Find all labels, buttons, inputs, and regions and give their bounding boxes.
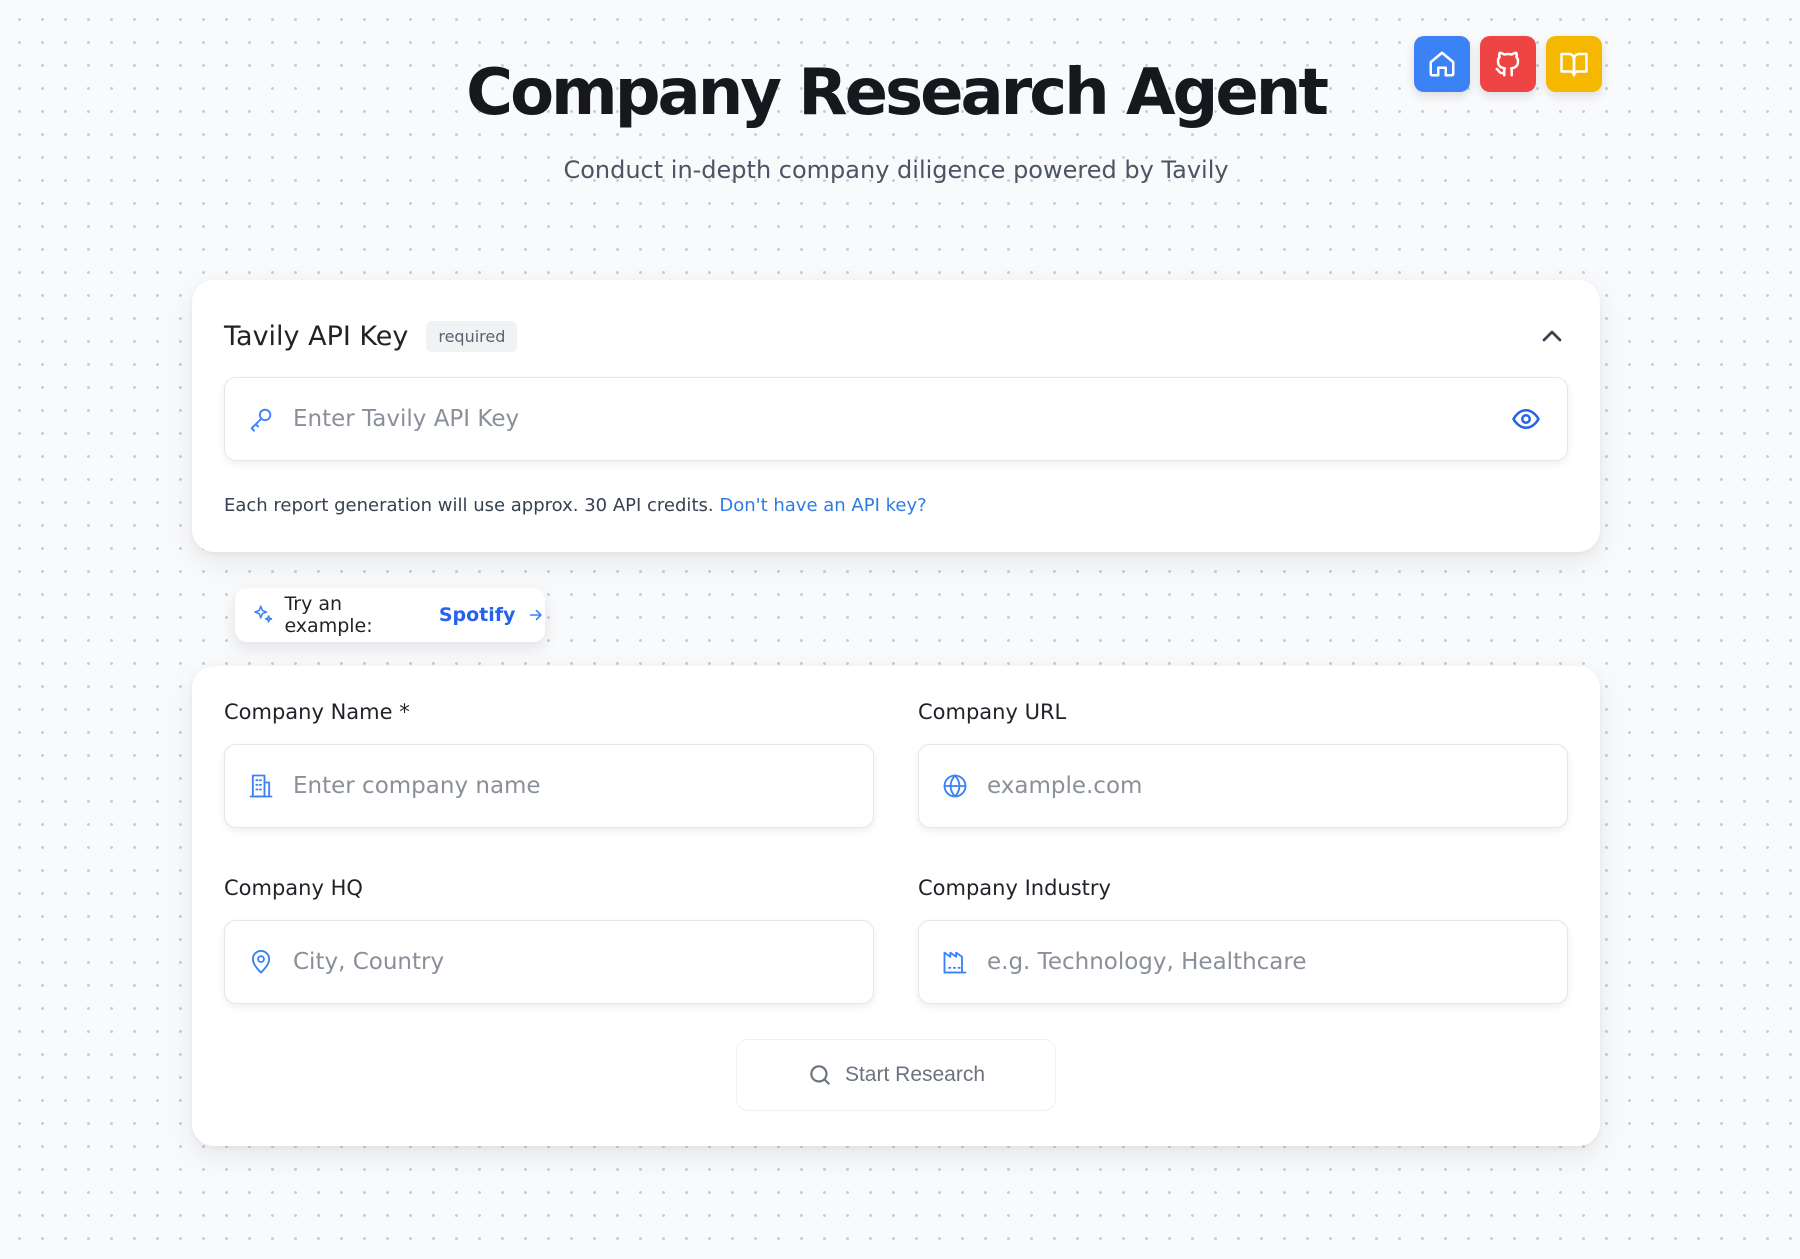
get-api-key-link[interactable]: Don't have an API key? — [719, 495, 926, 516]
api-key-input[interactable] — [291, 377, 1511, 461]
company-industry-label: Company Industry — [918, 876, 1111, 900]
api-key-header[interactable]: Tavily API Key required — [224, 318, 1568, 354]
chevron-up-icon[interactable] — [1536, 320, 1568, 352]
arrow-right-icon — [530, 609, 543, 621]
required-badge: required — [426, 320, 518, 352]
try-example-button[interactable]: Try an example: Spotify — [235, 588, 545, 642]
company-url-label: Company URL — [918, 700, 1067, 724]
example-prefix: Try an example: — [284, 593, 373, 637]
search-icon — [810, 1065, 830, 1085]
github-button[interactable] — [1480, 36, 1536, 92]
example-company-name: Spotify — [438, 604, 516, 626]
company-industry-input[interactable] — [985, 920, 1567, 1004]
top-icon-bar — [1414, 36, 1602, 92]
factory-icon — [943, 951, 967, 974]
company-url-field — [918, 744, 1568, 828]
api-key-title: Tavily API Key — [224, 320, 409, 352]
book-icon — [1560, 52, 1588, 77]
docs-button[interactable] — [1546, 36, 1602, 92]
start-research-label: Start Research — [844, 1063, 986, 1086]
research-form-card: Company Name * Company URL Company HQ Co… — [192, 666, 1600, 1146]
home-icon — [1429, 51, 1455, 77]
company-hq-label: Company HQ — [224, 876, 363, 900]
page-subtitle: Conduct in-depth company diligence power… — [563, 156, 1229, 184]
github-icon — [1495, 51, 1520, 77]
company-name-label: Company Name * — [224, 700, 410, 724]
company-name-field — [224, 744, 874, 828]
key-icon — [250, 408, 272, 432]
map-pin-icon — [251, 950, 271, 974]
globe-icon — [943, 774, 967, 798]
api-credit-text: Each report generation will use approx. … — [224, 495, 714, 516]
company-hq-field — [224, 920, 874, 1004]
eye-icon[interactable] — [1511, 404, 1541, 434]
start-research-button[interactable]: Start Research — [736, 1039, 1056, 1111]
api-credit-note: Each report generation will use approx. … — [224, 495, 927, 516]
api-key-card: Tavily API Key required Each report gene… — [192, 280, 1600, 552]
api-key-field — [224, 377, 1568, 461]
home-button[interactable] — [1414, 36, 1470, 92]
company-name-input[interactable] — [291, 744, 873, 828]
sparkle-icon — [254, 605, 273, 623]
building-icon — [249, 774, 273, 798]
company-hq-input[interactable] — [291, 920, 873, 1004]
company-url-input[interactable] — [985, 744, 1567, 828]
company-industry-field — [918, 920, 1568, 1004]
